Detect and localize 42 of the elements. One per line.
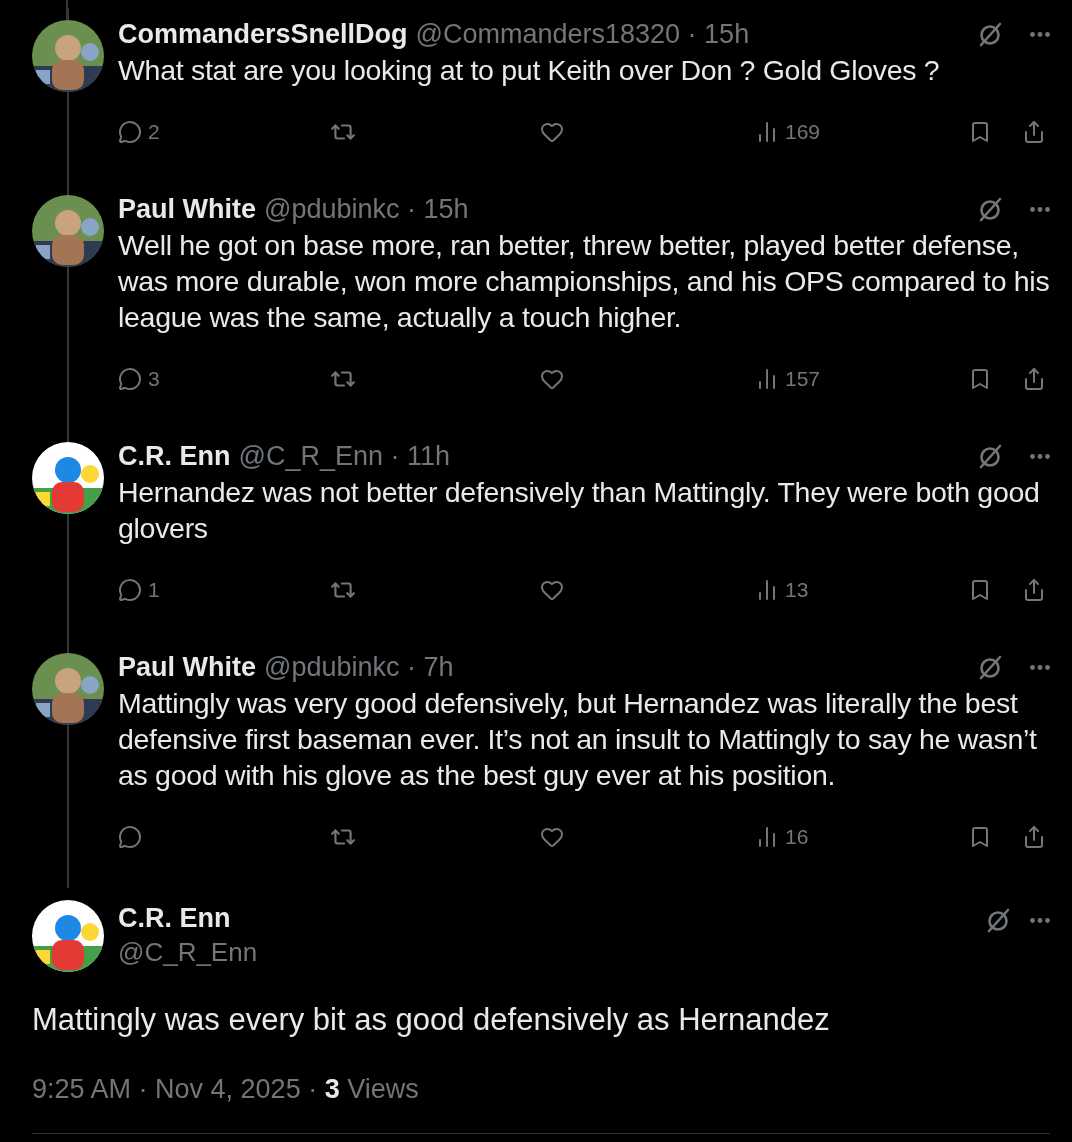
more-icon (1030, 453, 1050, 459)
more-button[interactable] (1030, 664, 1050, 670)
reply-text: Mattingly was very good defensively, but Hernandez was literally the best defensive first baseman ever. It’s not an insult to Mattingly to say he wasn’t as good with his glove as the best guy ever at his position. (118, 686, 1038, 793)
tweet-timestamp: 9:25 AM · Nov 4, 2025 · 3 Views (32, 1074, 1050, 1134)
author-name[interactable]: CommandersSnellDog (118, 18, 408, 50)
views-button[interactable]: 169 (755, 120, 821, 144)
like-button[interactable] (540, 367, 564, 391)
handle-time: @pdubinkc · 15h (264, 193, 470, 225)
author-name[interactable]: Paul White (118, 651, 256, 683)
more-icon (1030, 664, 1050, 670)
author-name[interactable]: C.R. Enn (118, 440, 231, 472)
share-button[interactable] (1022, 578, 1046, 602)
handle-time: @C_R_Enn · 11h (238, 440, 452, 472)
more-button[interactable] (1030, 206, 1050, 212)
like-button[interactable] (540, 825, 564, 849)
author-name[interactable]: Paul White (118, 193, 256, 225)
more-button[interactable] (1030, 917, 1050, 923)
reply-text: Hernandez was not better defensively than Mattingly. They were both good glovers (118, 475, 1041, 546)
share-button[interactable] (1022, 825, 1046, 849)
like-button[interactable] (540, 120, 564, 144)
handle-time: @Commanders18320 · 15h (415, 18, 751, 50)
reply-button[interactable] (118, 825, 142, 849)
reply-text: What stat are you looking at to put Keith over Don ? Gold Gloves ? (118, 53, 941, 88)
views-button[interactable]: 13 (755, 578, 809, 602)
reply-text: Well he got on base more, ran better, threw better, played better defense, was more durable, won more championships, and his OPS compared to his league was the same, actually a touch higher. (118, 228, 1050, 335)
author-name[interactable]: C.R. Enn (118, 902, 970, 934)
share-button[interactable] (1022, 367, 1046, 391)
author-handle[interactable]: @C_R_Enn (118, 933, 970, 970)
reply-button[interactable]: 1 (118, 578, 160, 602)
like-button[interactable] (540, 578, 564, 602)
reply-button[interactable]: 3 (118, 367, 160, 391)
share-button[interactable] (1022, 120, 1046, 144)
tweet-text: Mattingly was every bit as good defensively as Hernandez (32, 1002, 831, 1038)
views-button[interactable]: 16 (755, 825, 809, 849)
views-button[interactable]: 157 (755, 367, 821, 391)
more-icon (1030, 206, 1050, 212)
handle-time: @pdubinkc · 7h (264, 651, 455, 683)
more-icon (1030, 31, 1050, 37)
more-button[interactable] (1030, 31, 1050, 37)
reply-button[interactable]: 2 (118, 120, 160, 144)
more-button[interactable] (1030, 453, 1050, 459)
more-icon (1030, 917, 1050, 923)
